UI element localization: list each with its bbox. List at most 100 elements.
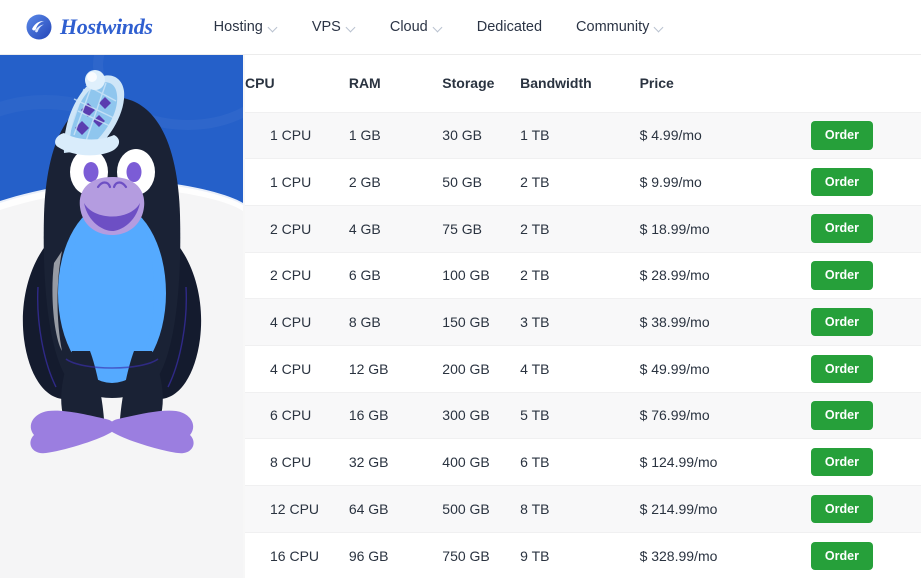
cell-action: Order xyxy=(811,486,921,533)
order-button[interactable]: Order xyxy=(811,355,873,384)
penguin-with-beanie-illustration xyxy=(0,55,243,578)
order-button[interactable]: Order xyxy=(811,121,873,150)
cell-price: $ 9.99/mo xyxy=(640,159,811,206)
cell-bandwidth: 2 TB xyxy=(520,252,639,299)
column-header-storage: Storage xyxy=(442,55,520,112)
cell-storage: 50 GB xyxy=(442,159,520,206)
cell-cpu: 4 CPU xyxy=(245,299,349,346)
table-header: CPU RAM Storage Bandwidth Price xyxy=(245,55,921,112)
vps-pricing-table: CPU RAM Storage Bandwidth Price 1 CPU 1 … xyxy=(245,55,921,578)
cell-storage: 100 GB xyxy=(442,252,520,299)
cell-action: Order xyxy=(811,299,921,346)
cell-cpu: 2 CPU xyxy=(245,205,349,252)
cell-bandwidth: 6 TB xyxy=(520,439,639,486)
cell-storage: 75 GB xyxy=(442,205,520,252)
nav-item-hosting[interactable]: Hosting xyxy=(197,19,295,35)
order-button[interactable]: Order xyxy=(811,214,873,243)
nav-links: Hosting VPS Cloud Dedicated Community xyxy=(197,19,682,35)
table-row: 2 CPU 6 GB 100 GB 2 TB $ 28.99/mo Order xyxy=(245,252,921,299)
cell-ram: 8 GB xyxy=(349,299,442,346)
cell-cpu: 4 CPU xyxy=(245,345,349,392)
cell-price: $ 38.99/mo xyxy=(640,299,811,346)
cell-storage: 500 GB xyxy=(442,486,520,533)
cell-cpu: 1 CPU xyxy=(245,112,349,159)
chevron-down-icon xyxy=(655,23,664,32)
nav-item-label: Cloud xyxy=(390,19,428,35)
table-body: 1 CPU 1 GB 30 GB 1 TB $ 4.99/mo Order 1 … xyxy=(245,112,921,578)
chevron-down-icon xyxy=(347,23,356,32)
column-header-action xyxy=(811,55,921,112)
table-row: 6 CPU 16 GB 300 GB 5 TB $ 76.99/mo Order xyxy=(245,392,921,439)
column-header-cpu: CPU xyxy=(245,55,349,112)
cell-storage: 750 GB xyxy=(442,532,520,578)
cell-bandwidth: 9 TB xyxy=(520,532,639,578)
nav-item-label: Community xyxy=(576,19,649,35)
cell-price: $ 4.99/mo xyxy=(640,112,811,159)
cell-ram: 1 GB xyxy=(349,112,442,159)
column-header-price: Price xyxy=(640,55,811,112)
cell-cpu: 12 CPU xyxy=(245,486,349,533)
cell-bandwidth: 5 TB xyxy=(520,392,639,439)
cell-ram: 6 GB xyxy=(349,252,442,299)
cell-action: Order xyxy=(811,392,921,439)
cell-price: $ 28.99/mo xyxy=(640,252,811,299)
cell-action: Order xyxy=(811,159,921,206)
order-button[interactable]: Order xyxy=(811,448,873,477)
order-button[interactable]: Order xyxy=(811,168,873,197)
cell-bandwidth: 3 TB xyxy=(520,299,639,346)
cell-storage: 30 GB xyxy=(442,112,520,159)
order-button[interactable]: Order xyxy=(811,308,873,337)
cell-cpu: 16 CPU xyxy=(245,532,349,578)
table-row: 4 CPU 8 GB 150 GB 3 TB $ 38.99/mo Order xyxy=(245,299,921,346)
brand-name: Hostwinds xyxy=(60,14,153,40)
cell-price: $ 328.99/mo xyxy=(640,532,811,578)
cell-action: Order xyxy=(811,439,921,486)
table-row: 12 CPU 64 GB 500 GB 8 TB $ 214.99/mo Ord… xyxy=(245,486,921,533)
cell-ram: 96 GB xyxy=(349,532,442,578)
cell-price: $ 76.99/mo xyxy=(640,392,811,439)
cell-ram: 12 GB xyxy=(349,345,442,392)
cell-cpu: 2 CPU xyxy=(245,252,349,299)
cell-storage: 300 GB xyxy=(442,392,520,439)
cell-action: Order xyxy=(811,112,921,159)
column-header-bandwidth: Bandwidth xyxy=(520,55,639,112)
cell-price: $ 124.99/mo xyxy=(640,439,811,486)
cell-ram: 16 GB xyxy=(349,392,442,439)
cell-bandwidth: 2 TB xyxy=(520,159,639,206)
cell-storage: 200 GB xyxy=(442,345,520,392)
column-header-ram: RAM xyxy=(349,55,442,112)
cell-price: $ 214.99/mo xyxy=(640,486,811,533)
order-button[interactable]: Order xyxy=(811,542,873,571)
vps-pricing-table-container: CPU RAM Storage Bandwidth Price 1 CPU 1 … xyxy=(245,55,921,578)
order-button[interactable]: Order xyxy=(811,401,873,430)
cell-cpu: 6 CPU xyxy=(245,392,349,439)
chevron-down-icon xyxy=(269,23,278,32)
nav-item-label: VPS xyxy=(312,19,341,35)
cell-bandwidth: 2 TB xyxy=(520,205,639,252)
cell-ram: 32 GB xyxy=(349,439,442,486)
cell-bandwidth: 8 TB xyxy=(520,486,639,533)
brand-logo[interactable]: Hostwinds xyxy=(26,14,153,40)
page-root: Hostwinds Hosting VPS Cloud Dedicated Co… xyxy=(0,0,921,578)
cell-action: Order xyxy=(811,345,921,392)
nav-item-community[interactable]: Community xyxy=(559,19,681,35)
nav-item-dedicated[interactable]: Dedicated xyxy=(460,19,559,35)
order-button[interactable]: Order xyxy=(811,261,873,290)
order-button[interactable]: Order xyxy=(811,495,873,524)
nav-item-cloud[interactable]: Cloud xyxy=(373,19,460,35)
table-header-row: CPU RAM Storage Bandwidth Price xyxy=(245,55,921,112)
nav-item-label: Hosting xyxy=(214,19,263,35)
cell-ram: 4 GB xyxy=(349,205,442,252)
cell-action: Order xyxy=(811,252,921,299)
table-row: 8 CPU 32 GB 400 GB 6 TB $ 124.99/mo Orde… xyxy=(245,439,921,486)
cell-cpu: 8 CPU xyxy=(245,439,349,486)
nav-item-vps[interactable]: VPS xyxy=(295,19,373,35)
cell-price: $ 49.99/mo xyxy=(640,345,811,392)
table-row: 16 CPU 96 GB 750 GB 9 TB $ 328.99/mo Ord… xyxy=(245,532,921,578)
nav-item-label: Dedicated xyxy=(477,19,542,35)
swirl-circle-icon xyxy=(26,14,52,40)
cell-action: Order xyxy=(811,205,921,252)
cell-ram: 64 GB xyxy=(349,486,442,533)
table-row: 2 CPU 4 GB 75 GB 2 TB $ 18.99/mo Order xyxy=(245,205,921,252)
table-row: 4 CPU 12 GB 200 GB 4 TB $ 49.99/mo Order xyxy=(245,345,921,392)
